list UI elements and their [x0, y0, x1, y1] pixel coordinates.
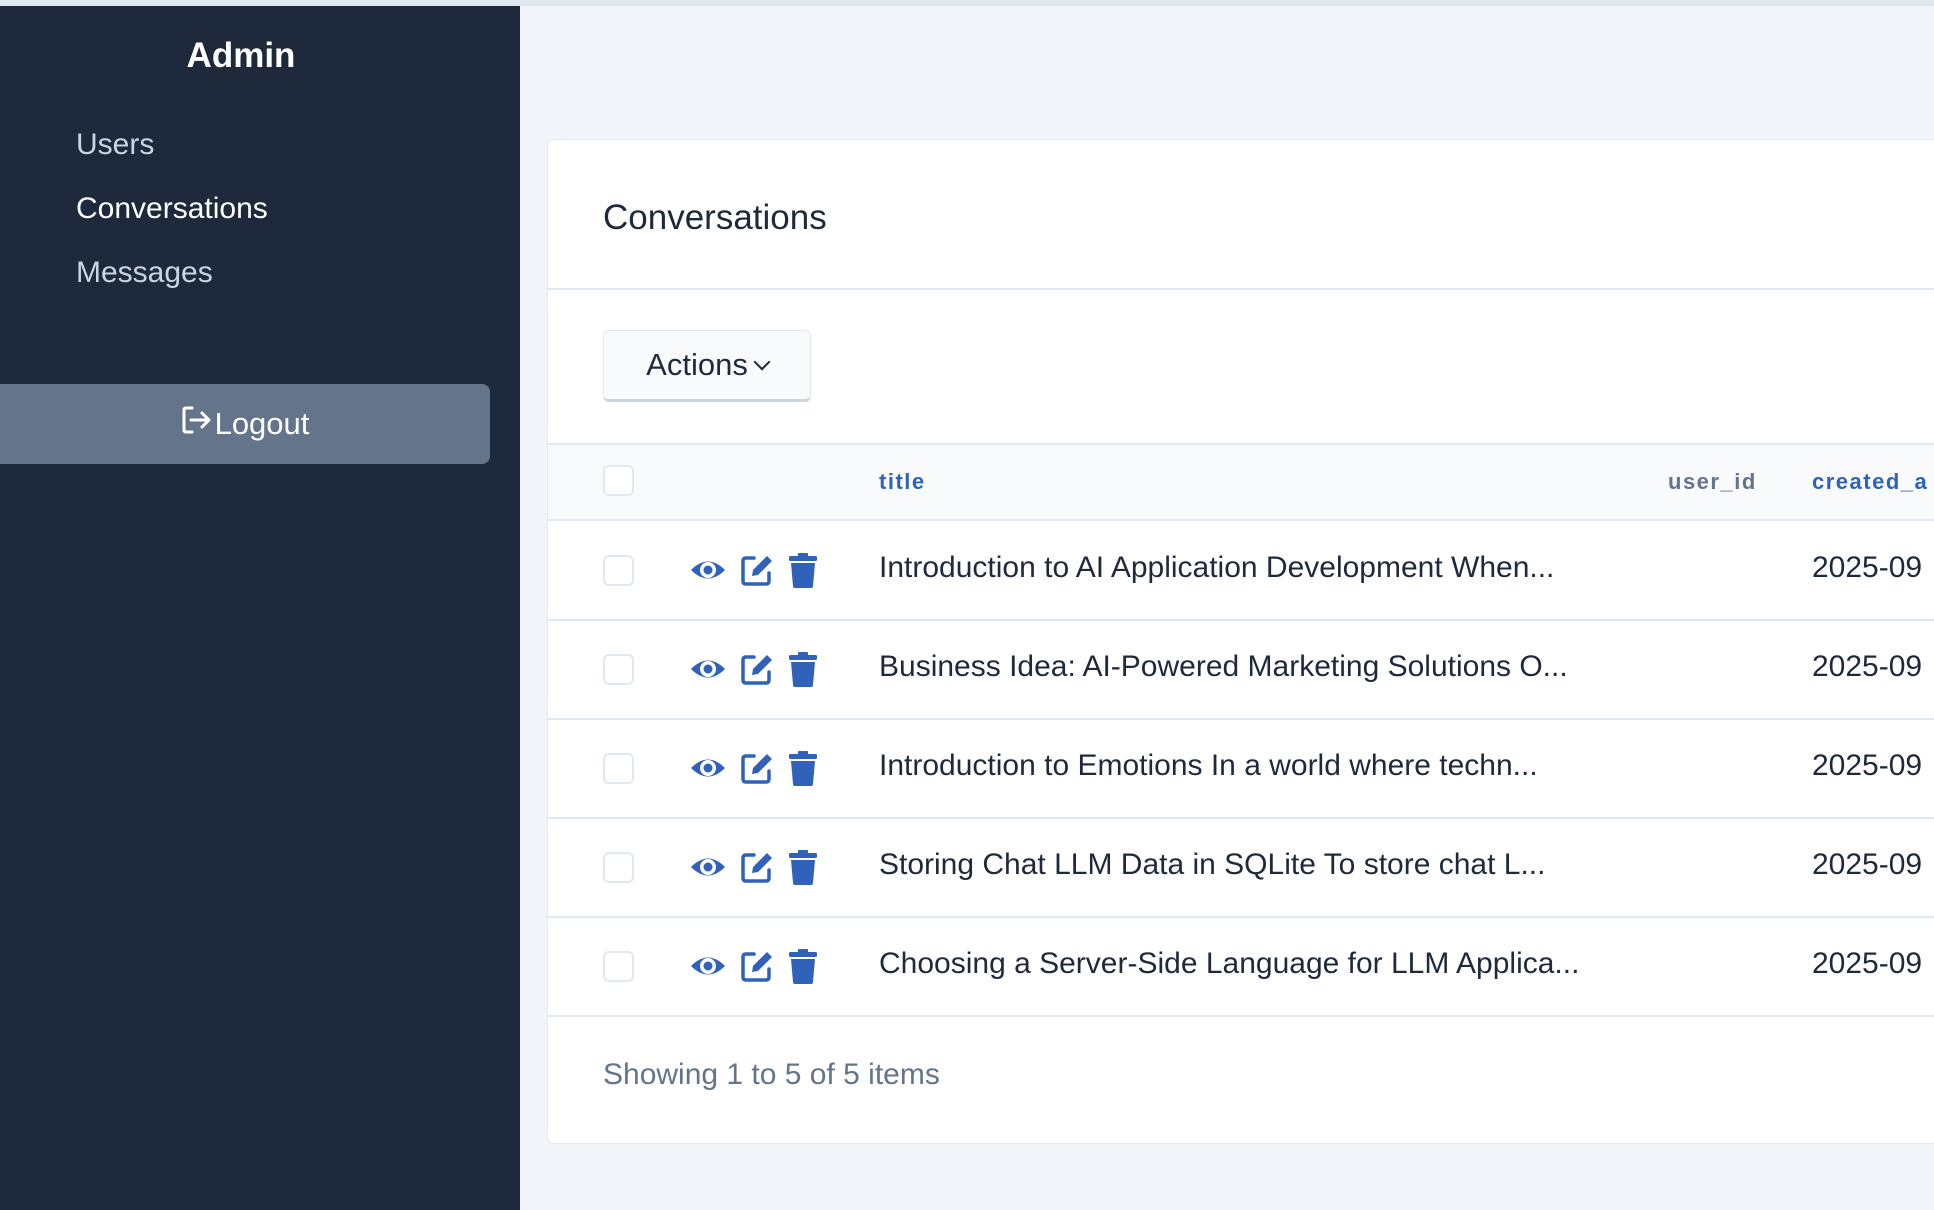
- logout-icon: [181, 405, 213, 443]
- table-row: Choosing a Server-Side Language for LLM …: [548, 917, 1934, 1015]
- eye-icon[interactable]: [689, 848, 727, 886]
- row-created-at: 2025-09: [1812, 749, 1923, 782]
- trash-icon[interactable]: [784, 551, 822, 589]
- divider: [548, 1015, 1934, 1017]
- row-title: Introduction to AI Application Developme…: [879, 551, 1555, 584]
- table-row: Introduction to AI Application Developme…: [548, 521, 1934, 619]
- column-header-created-at[interactable]: created_a: [1812, 469, 1928, 495]
- row-title: Storing Chat LLM Data in SQLite To store…: [879, 848, 1546, 881]
- table-row: Business Idea: AI-Powered Marketing Solu…: [548, 620, 1934, 718]
- row-created-at: 2025-09: [1812, 947, 1923, 980]
- trash-icon[interactable]: [784, 947, 822, 985]
- table-row: Storing Chat LLM Data in SQLite To store…: [548, 818, 1934, 916]
- edit-icon[interactable]: [738, 848, 776, 886]
- main-content: Conversations Actions title user_id crea…: [520, 6, 1934, 1210]
- pagination-summary: Showing 1 to 5 of 5 items: [603, 1058, 940, 1091]
- select-all-checkbox[interactable]: [603, 465, 634, 496]
- trash-icon[interactable]: [784, 848, 822, 886]
- row-title: Choosing a Server-Side Language for LLM …: [879, 947, 1580, 980]
- actions-label: Actions: [646, 347, 748, 382]
- row-created-at: 2025-09: [1812, 650, 1923, 683]
- edit-icon[interactable]: [738, 749, 776, 787]
- row-checkbox[interactable]: [603, 654, 634, 685]
- column-header-user-id: user_id: [1668, 469, 1757, 494]
- sidebar: Admin Users Conversations Messages Logou…: [0, 6, 520, 1210]
- edit-icon[interactable]: [738, 947, 776, 985]
- eye-icon[interactable]: [689, 650, 727, 688]
- sidebar-item-users[interactable]: Users: [76, 128, 154, 162]
- row-created-at: 2025-09: [1812, 551, 1923, 584]
- table-row: Introduction to Emotions In a world wher…: [548, 719, 1934, 817]
- trash-icon[interactable]: [784, 650, 822, 688]
- sidebar-item-messages[interactable]: Messages: [76, 256, 213, 290]
- actions-dropdown-button[interactable]: Actions: [603, 330, 811, 402]
- eye-icon[interactable]: [689, 551, 727, 589]
- chevron-down-icon: [753, 353, 771, 371]
- page-title: Conversations: [603, 198, 827, 237]
- row-checkbox[interactable]: [603, 951, 634, 982]
- logout-button[interactable]: Logout: [0, 384, 490, 464]
- row-created-at: 2025-09: [1812, 848, 1923, 881]
- row-checkbox[interactable]: [603, 555, 634, 586]
- brand-title: Admin: [186, 36, 296, 75]
- eye-icon[interactable]: [689, 749, 727, 787]
- trash-icon[interactable]: [784, 749, 822, 787]
- column-header-title[interactable]: title: [879, 469, 926, 495]
- table-header: title user_id created_a: [548, 445, 1934, 519]
- row-checkbox[interactable]: [603, 852, 634, 883]
- row-checkbox[interactable]: [603, 753, 634, 784]
- conversations-card: Conversations Actions title user_id crea…: [547, 139, 1934, 1144]
- eye-icon[interactable]: [689, 947, 727, 985]
- logout-label: Logout: [214, 406, 310, 441]
- row-title: Business Idea: AI-Powered Marketing Solu…: [879, 650, 1568, 683]
- edit-icon[interactable]: [738, 551, 776, 589]
- sidebar-item-conversations[interactable]: Conversations: [76, 192, 268, 226]
- row-title: Introduction to Emotions In a world wher…: [879, 749, 1538, 782]
- edit-icon[interactable]: [738, 650, 776, 688]
- divider: [548, 288, 1934, 290]
